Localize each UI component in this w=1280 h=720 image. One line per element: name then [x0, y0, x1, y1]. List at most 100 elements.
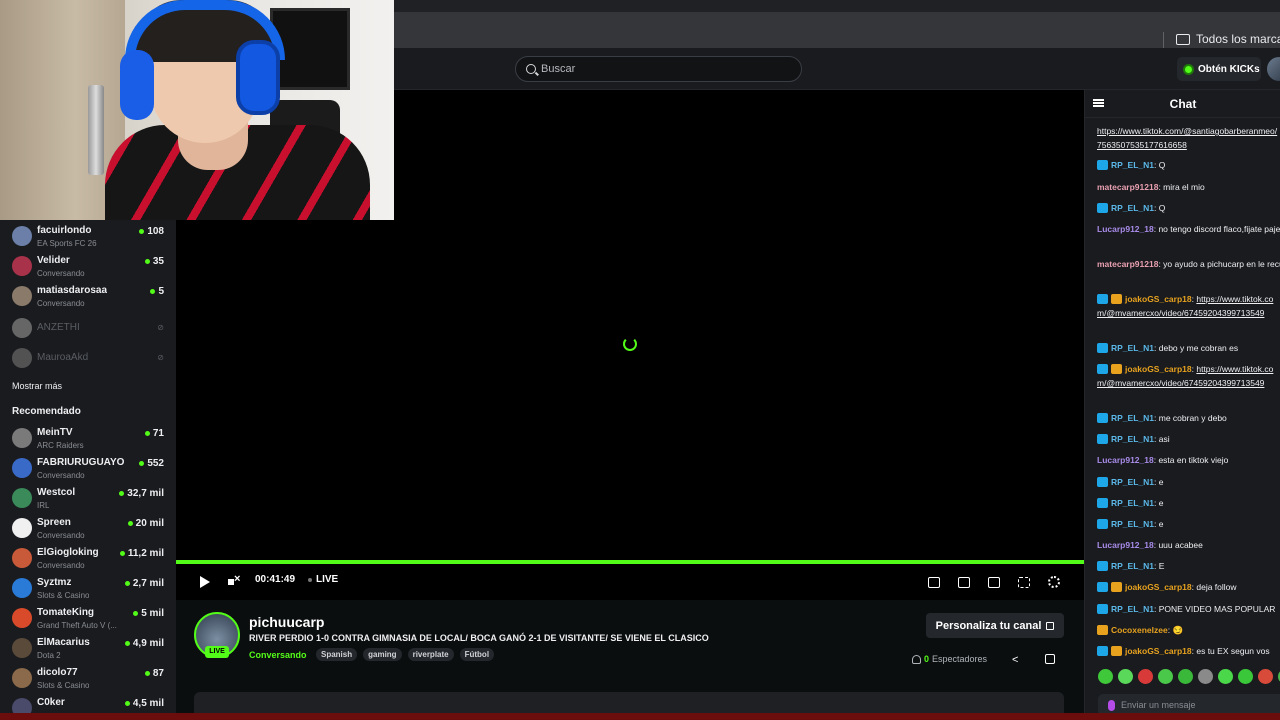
viewer-count-value: 5 [158, 286, 164, 297]
picture-in-picture-icon[interactable] [928, 577, 940, 588]
chat-username[interactable]: Cocoxenelzee [1111, 625, 1168, 635]
tag-chip[interactable]: Fútbol [459, 648, 495, 661]
chat-username[interactable]: joakoGS_carp18 [1125, 364, 1192, 374]
sidebar-recommended-channel[interactable]: ElMacarius Dota 2 4,9 mil [0, 634, 176, 664]
channel-name: Velider [37, 255, 70, 266]
play-icon[interactable] [200, 576, 210, 588]
emote-icon[interactable] [1098, 669, 1113, 684]
viewer-count-value: 87 [152, 668, 164, 679]
sidebar-channel-offline[interactable]: MauroaAkd ⊘ [0, 344, 176, 374]
chat-username[interactable]: matecarp91218 [1097, 259, 1158, 269]
chat-message: Cocoxenelzee: 😏 [1097, 623, 1280, 637]
streamer-name[interactable]: pichuucarp [249, 614, 324, 630]
chat-username[interactable]: joakoGS_carp18 [1125, 582, 1192, 592]
emote-icon[interactable] [1158, 669, 1173, 684]
fullscreen-icon[interactable] [1018, 577, 1030, 588]
emote-icon[interactable] [1178, 669, 1193, 684]
tag-chip[interactable]: gaming [363, 648, 402, 661]
subscriber-badge-icon [1097, 625, 1108, 635]
stream-category-link[interactable]: Conversando [249, 650, 307, 660]
channel-name: Syztmz [37, 577, 72, 588]
sidebar-recommended-channel[interactable]: MeinTV ARC Raiders 71 [0, 424, 176, 454]
emote-icon[interactable] [1258, 669, 1273, 684]
channel-category: Conversando [37, 531, 85, 540]
chat-username[interactable]: Lucarp912_18 [1097, 224, 1154, 234]
settings-gear-icon[interactable] [1048, 576, 1060, 588]
sidebar-channel[interactable]: facuirlondo EA Sports FC 26 108 [0, 222, 176, 252]
sidebar-channel[interactable]: Velider Conversando 35 [0, 252, 176, 282]
tag-chip[interactable]: riverplate [407, 648, 454, 661]
channel-category: Conversando [37, 471, 85, 480]
sidebar-recommended-channel[interactable]: ElGiogloking Conversando 11,2 mil [0, 544, 176, 574]
sidebar-channel[interactable]: matiasdarosaa Conversando 5 [0, 282, 176, 312]
chat-username[interactable]: matecarp91218 [1097, 182, 1158, 192]
sidebar-channel-offline[interactable]: ANZETHI ⊘ [0, 314, 176, 344]
get-kicks-button[interactable]: Obtén KICKs [1177, 57, 1261, 81]
clip-player-icon[interactable] [958, 577, 970, 588]
chat-badge-icon [1097, 364, 1108, 374]
clip-icon[interactable] [1045, 654, 1055, 664]
chat-username[interactable]: RP_EL_N1 [1111, 160, 1154, 170]
channel-category: ARC Raiders [37, 441, 84, 450]
chat-message-text: e [1158, 498, 1164, 508]
chat-username[interactable]: joakoGS_carp18 [1125, 646, 1192, 656]
chat-username[interactable]: RP_EL_N1 [1111, 604, 1154, 614]
chat-username[interactable]: RP_EL_N1 [1111, 477, 1154, 487]
emote-icon[interactable] [1218, 669, 1233, 684]
sidebar-recommended-channel[interactable]: FABRIURUGUAYO Conversando 552 [0, 454, 176, 484]
search-input[interactable]: Buscar [515, 56, 802, 82]
chat-username[interactable]: RP_EL_N1 [1111, 203, 1154, 213]
subscriber-badge-icon [1111, 294, 1122, 304]
subscriber-badge-icon [1111, 364, 1122, 374]
live-dot-icon [124, 581, 130, 586]
sidebar-recommended-channel[interactable]: Westcol IRL 32,7 mil [0, 484, 176, 514]
chat-username[interactable]: Lucarp912_18 [1097, 540, 1154, 550]
get-kicks-label: Obtén KICKs [1198, 63, 1260, 75]
chat-message-text[interactable]: https://www.tiktok.com/@santiagobarberan… [1097, 126, 1277, 150]
sidebar-recommended-channel[interactable]: dicolo77 Slots & Casino 87 [0, 664, 176, 694]
chat-message: Lucarp912_18: uuu acabee [1097, 538, 1280, 552]
emote-icon[interactable] [1198, 669, 1213, 684]
chat-username[interactable]: RP_EL_N1 [1111, 343, 1154, 353]
emote-icon[interactable] [1118, 669, 1133, 684]
chat-username[interactable]: joakoGS_carp18 [1125, 294, 1192, 304]
live-dot-icon [139, 461, 145, 466]
emote-icon[interactable] [1138, 669, 1153, 684]
chat-username[interactable]: RP_EL_N1 [1111, 561, 1154, 571]
taskbar-strip [0, 713, 1280, 720]
share-icon[interactable]: < [1012, 654, 1018, 666]
sidebar-recommended-channel[interactable]: TomateKing Grand Theft Auto V (... 5 mil [0, 604, 176, 634]
channel-avatar [12, 548, 32, 568]
show-more-link[interactable]: Mostrar más [12, 381, 62, 391]
offline-icon: ⊘ [157, 323, 164, 332]
sidebar-recommended-channel[interactable]: Syztmz Slots & Casino 2,7 mil [0, 574, 176, 604]
tag-chip[interactable]: Spanish [316, 648, 358, 661]
all-bookmarks-folder[interactable]: Todos los marcad [1176, 32, 1280, 46]
theater-mode-icon[interactable] [988, 577, 1000, 588]
chat-username[interactable]: Lucarp912_18 [1097, 455, 1154, 465]
chat-username[interactable]: RP_EL_N1 [1111, 519, 1154, 529]
chat-message: RP_EL_N1: asi [1097, 432, 1280, 446]
live-dot-icon [124, 641, 130, 646]
sidebar-recommended-channel[interactable]: Spreen Conversando 20 mil [0, 514, 176, 544]
channel-category: Slots & Casino [37, 591, 90, 600]
kicks-coin-icon [1183, 63, 1194, 75]
chat-username[interactable]: RP_EL_N1 [1111, 413, 1154, 423]
chat-message-text: 😏 [1172, 625, 1184, 635]
channel-name: MeinTV [37, 427, 73, 438]
channel-avatar [12, 578, 32, 598]
search-icon [526, 64, 536, 74]
chat-username[interactable]: RP_EL_N1 [1111, 434, 1154, 444]
viewer-count: 32,7 mil [119, 488, 164, 499]
chat-message-text: Q [1158, 203, 1166, 213]
chat-message-text: e [1158, 519, 1164, 529]
channel-avatar [12, 286, 32, 306]
chat-username[interactable]: RP_EL_N1 [1111, 498, 1154, 508]
live-dot-icon [150, 289, 156, 294]
mute-icon[interactable] [228, 573, 240, 588]
channel-category: Conversando [37, 299, 85, 308]
live-indicator[interactable]: LIVE [308, 574, 338, 585]
emote-icon[interactable] [1238, 669, 1253, 684]
customize-channel-button[interactable]: Personaliza tu canal [926, 613, 1064, 638]
stream-tags: Spanish gaming riverplate Fútbol [316, 648, 495, 661]
